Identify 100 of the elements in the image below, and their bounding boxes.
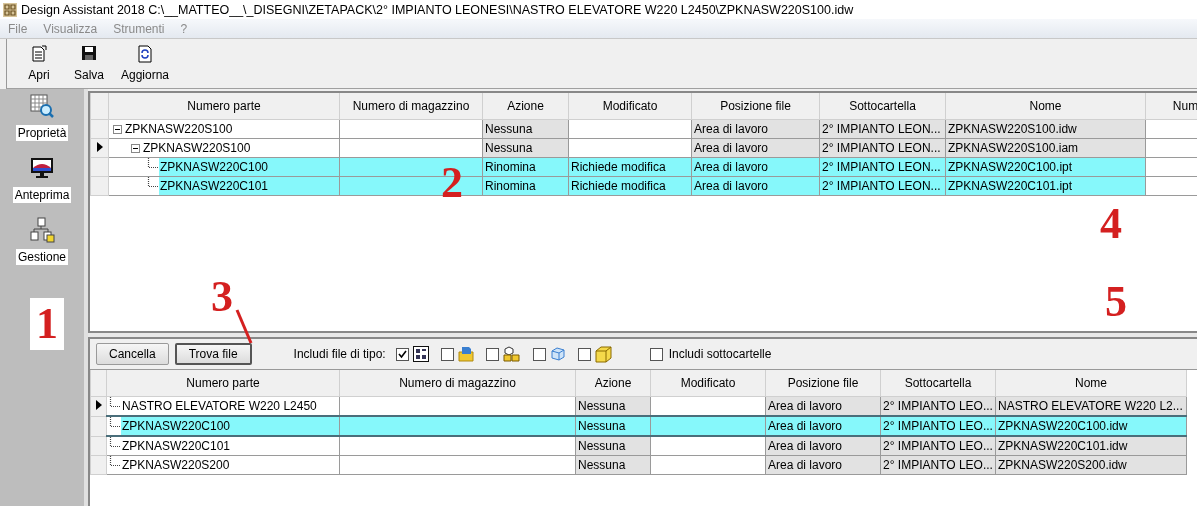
tree-line xyxy=(147,158,159,168)
tree-line xyxy=(109,456,121,466)
column-header[interactable]: Posizione file xyxy=(691,93,820,120)
row-header-corner xyxy=(90,93,109,120)
monitor-icon xyxy=(29,155,55,181)
checkbox[interactable] xyxy=(532,347,546,361)
column-header[interactable]: Nome xyxy=(945,93,1146,120)
column-header[interactable]: Sottocartella xyxy=(819,93,946,120)
cubes-icon xyxy=(502,346,521,362)
table-cell: Rinomina xyxy=(483,158,568,176)
cube-outline-icon xyxy=(549,346,566,362)
checkbox[interactable] xyxy=(577,347,591,361)
column-header[interactable]: Numero parte xyxy=(106,370,340,397)
table-row[interactable]: ZPKNASW220S100 Nessuna Area di lavoro 2° IMPIANTO LEON... ZPKNASW220S100.iam xyxy=(90,138,1197,158)
collapse-icon[interactable] xyxy=(113,124,122,134)
table-cell: ZPKNASW220C100.ipt xyxy=(946,158,1145,176)
checkbox-label: Includi sottocartelle xyxy=(668,347,772,361)
document-icon xyxy=(30,44,48,63)
file-types-label: Includi file di tipo: xyxy=(293,347,386,361)
tree-line xyxy=(147,177,159,187)
column-header[interactable]: Nome xyxy=(995,370,1187,397)
table-cell: Area di lavoro xyxy=(692,158,819,176)
toolbar-button[interactable]: Aggiorna xyxy=(117,39,174,88)
table-cell: 2° IMPIANTO LEO... xyxy=(881,418,995,434)
table-cell: 2° IMPIANTO LEO... xyxy=(881,456,995,474)
table-row[interactable]: ZPKNASW220C100 Nessuna Area di lavoro 2° IMPIANTO LEO... ZPKNASW220C100.idw xyxy=(90,416,1187,436)
table-cell: Area di lavoro xyxy=(692,139,819,157)
app-icon xyxy=(3,2,17,17)
table-row[interactable]: NASTRO ELEVATORE W220 L2450 Nessuna Area di lavoro 2° IMPIANTO LEO... NASTRO ELEVATORE W220 L2... xyxy=(90,396,1187,416)
checkbox[interactable] xyxy=(649,347,663,361)
table-cell: Nessuna xyxy=(576,437,650,455)
table-cell: 2° IMPIANTO LEON... xyxy=(820,120,945,138)
checkbox[interactable] xyxy=(485,347,499,361)
column-header[interactable]: Modificato xyxy=(568,93,692,120)
annotation-line xyxy=(234,308,254,346)
table-cell: Nessuna xyxy=(483,139,568,157)
table-cell: 2° IMPIANTO LEO... xyxy=(881,397,995,415)
table-cell: Nessuna xyxy=(483,120,568,138)
hierarchy-icon xyxy=(29,217,55,243)
table-cell: Richiede modifica xyxy=(569,158,691,176)
table-cell: 2° IMPIANTO LEON... xyxy=(820,177,945,195)
table-cell: ZPKNASW220S100.idw xyxy=(946,120,1145,138)
sidebar-item[interactable]: Gestione xyxy=(16,217,68,265)
table-cell: ZPKNASW220C101 xyxy=(159,177,339,195)
window-title: Design Assistant 2018 C:\__MATTEO__\_DISEGNI\ZETAPACK\2° IMPIANTO LEONESI\NASTRO ELEVATORE W220 L2450\ZPKNASW220S100.idw xyxy=(21,2,854,17)
table-cell: Area di lavoro xyxy=(766,456,880,474)
checkbox[interactable] xyxy=(395,347,409,361)
table-cell: ZPKNASW220C101.idw xyxy=(996,437,1186,455)
table-cell: Nessuna xyxy=(576,456,650,474)
sidebar-item[interactable]: Anteprima xyxy=(12,155,72,203)
cube-icon xyxy=(594,345,612,363)
annotation-number: 1 xyxy=(30,298,64,350)
action-button[interactable]: Cancella xyxy=(96,343,169,365)
column-header[interactable]: Numero di magazzino xyxy=(339,370,576,397)
annotation-number: 3 xyxy=(210,271,234,323)
save-icon xyxy=(81,45,97,62)
table-cell: Richiede modifica xyxy=(569,177,691,195)
table-cell: Rinomina xyxy=(483,177,568,195)
table-cell: ZPKNASW220C100 xyxy=(121,418,339,434)
toolbar-button[interactable]: Salva xyxy=(67,39,111,88)
table-cell-text: NASTRO ELEVATORE W220 L2450 xyxy=(121,398,318,415)
column-header[interactable]: Modificato xyxy=(650,370,766,397)
table-cell: Nessuna xyxy=(576,418,650,434)
column-header[interactable]: Posizione file xyxy=(765,370,881,397)
column-header[interactable]: Num xyxy=(1145,93,1197,120)
current-row-icon xyxy=(95,400,102,411)
table-cell-text: ZPKNASW220C101 xyxy=(121,438,232,455)
table-cell-text: ZPKNASW220S100 xyxy=(124,121,234,138)
table-cell-text: ZPKNASW220S200 xyxy=(121,457,231,474)
collapse-icon[interactable] xyxy=(131,143,140,153)
tree-line xyxy=(109,397,121,407)
row-header[interactable] xyxy=(90,396,107,416)
table-cell: ZPKNASW220C100 xyxy=(159,158,339,176)
column-header[interactable]: Azione xyxy=(482,93,569,120)
current-row-icon xyxy=(96,142,103,152)
table-cell: ZPKNASW220C100.idw xyxy=(996,418,1186,434)
table-cell: Area di lavoro xyxy=(692,120,819,138)
refresh-icon xyxy=(137,44,153,63)
table-cell: 2° IMPIANTO LEO... xyxy=(881,437,995,455)
table-search-icon xyxy=(29,93,55,119)
table-cell: Area di lavoro xyxy=(766,437,880,455)
table-cell: Area di lavoro xyxy=(766,397,880,415)
table-row[interactable]: ZPKNASW220S100 Nessuna Area di lavoro 2° IMPIANTO LEON... ZPKNASW220S100.idw xyxy=(90,119,1197,139)
table-cell: ZPKNASW220C101.ipt xyxy=(946,177,1145,195)
column-header[interactable]: Numero parte xyxy=(108,93,340,120)
table-cell: Area di lavoro xyxy=(766,418,880,434)
table-row[interactable]: ZPKNASW220C101 Nessuna Area di lavoro 2° IMPIANTO LEO... ZPKNASW220C101.idw xyxy=(90,436,1187,456)
tree-line xyxy=(109,437,121,447)
column-header[interactable]: Azione xyxy=(575,370,651,397)
action-button[interactable]: Trova file xyxy=(174,343,252,365)
table-row[interactable]: ZPKNASW220S200 Nessuna Area di lavoro 2° IMPIANTO LEO... ZPKNASW220S200.idw xyxy=(90,455,1187,475)
column-header[interactable]: Numero di magazzino xyxy=(339,93,483,120)
toolbar-button[interactable]: Apri xyxy=(17,39,61,88)
table-cell: NASTRO ELEVATORE W220 L2... xyxy=(996,397,1186,415)
table-cell: ZPKNASW220S100.iam xyxy=(946,139,1145,157)
column-header[interactable]: Sottocartella xyxy=(880,370,996,397)
table-cell-text: ZPKNASW220S100 xyxy=(142,140,252,157)
sidebar-item[interactable]: Proprietà xyxy=(15,93,69,141)
checkbox[interactable] xyxy=(440,347,454,361)
table-cell: ZPKNASW220S200.idw xyxy=(996,456,1186,474)
